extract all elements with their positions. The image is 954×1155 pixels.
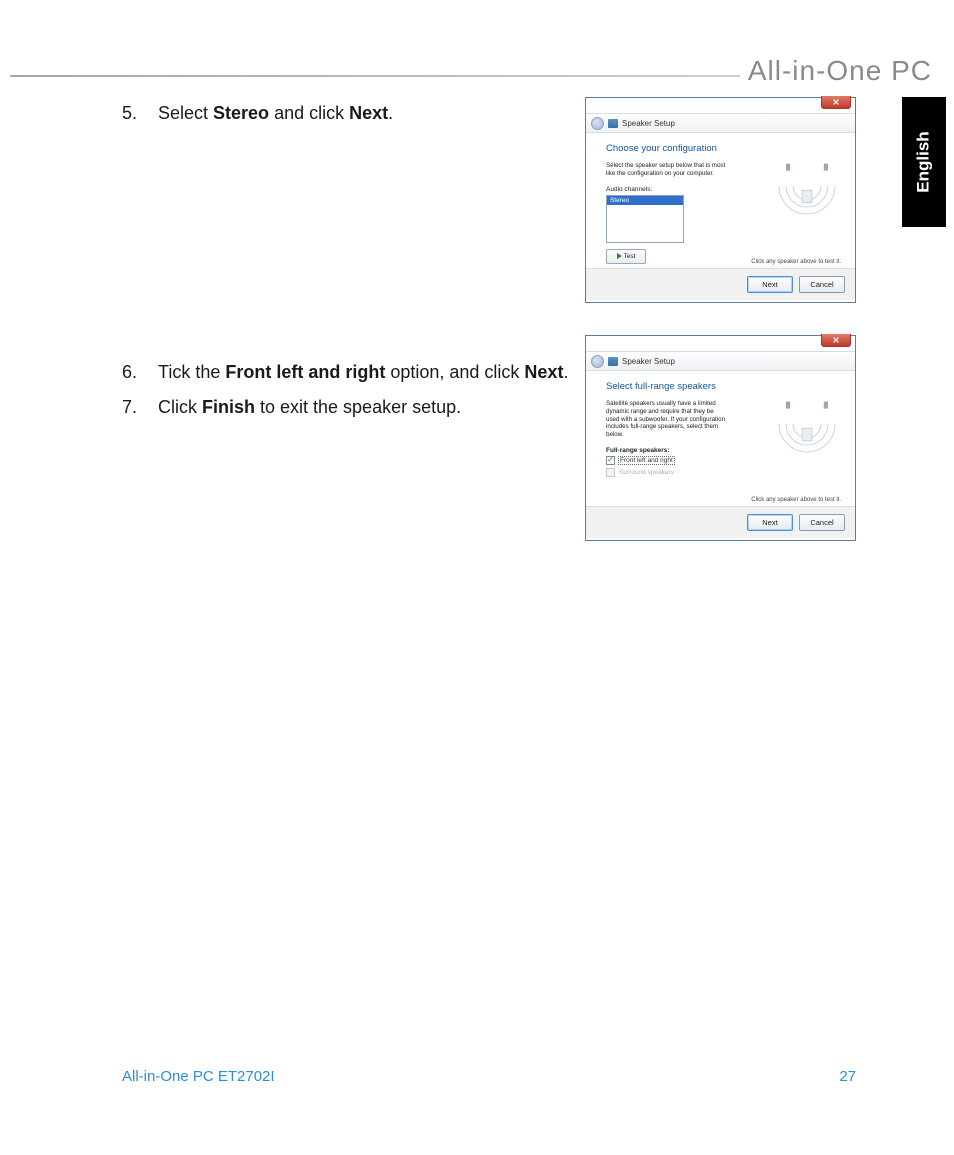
checkbox-icon xyxy=(606,468,615,477)
page-header: All-in-One PC xyxy=(0,55,954,89)
speaker-setup-dialog-2: Speaker Setup Select full-range speakers… xyxy=(585,335,856,541)
back-icon[interactable] xyxy=(591,117,604,130)
close-icon xyxy=(832,336,840,344)
dialog-description: Satellite speakers usually have a limite… xyxy=(606,400,726,439)
test-hint: Click any speaker above to test it. xyxy=(751,497,841,503)
language-label: English xyxy=(914,131,934,192)
step-number: 7. xyxy=(122,394,158,421)
dialog-header: Speaker Setup xyxy=(586,351,855,371)
audio-channels-listbox[interactable]: Stereo xyxy=(606,195,684,243)
play-icon xyxy=(617,253,622,259)
titlebar xyxy=(586,98,855,113)
list-item-stereo[interactable]: Stereo xyxy=(607,196,683,205)
close-button[interactable] xyxy=(821,96,851,109)
next-button[interactable]: Next xyxy=(747,514,793,531)
close-icon xyxy=(832,98,840,106)
back-icon[interactable] xyxy=(591,355,604,368)
footer-page-number: 27 xyxy=(839,1068,856,1085)
footer-model: All-in-One PC ET2702I xyxy=(122,1068,275,1085)
speaker-icon xyxy=(608,357,618,366)
dialog-footer: Next Cancel xyxy=(586,506,855,538)
page-footer: All-in-One PC ET2702I 27 xyxy=(122,1068,856,1085)
window-title: Speaker Setup xyxy=(622,357,675,366)
step-number: 5. xyxy=(122,100,158,127)
checkbox-surround: Surround speakers xyxy=(606,468,841,477)
dialog-body: Choose your configuration Select the spe… xyxy=(586,133,855,268)
language-tab: English xyxy=(902,97,946,227)
checkbox-label: Surround speakers xyxy=(619,469,674,476)
dialog-description: Select the speaker setup below that is m… xyxy=(606,162,726,178)
speaker-setup-dialog-1: Speaker Setup Choose your configuration … xyxy=(585,97,856,303)
brand-title: All-in-One PC xyxy=(740,55,932,87)
window-title: Speaker Setup xyxy=(622,119,675,128)
checkbox-icon[interactable] xyxy=(606,456,615,465)
speaker-diagram[interactable] xyxy=(771,151,843,221)
cancel-button[interactable]: Cancel xyxy=(799,514,845,531)
close-button[interactable] xyxy=(821,334,851,347)
test-hint: Click any speaker above to test it. xyxy=(751,259,841,265)
next-button[interactable]: Next xyxy=(747,276,793,293)
checkbox-label: Front left and right xyxy=(619,457,674,464)
titlebar xyxy=(586,336,855,351)
header-rule xyxy=(10,75,774,77)
dialog-header: Speaker Setup xyxy=(586,113,855,133)
dialog-body: Select full-range speakers Satellite spe… xyxy=(586,371,855,506)
speaker-icon xyxy=(608,119,618,128)
test-button[interactable]: Test xyxy=(606,249,646,264)
speaker-diagram[interactable] xyxy=(771,389,843,459)
step-number: 6. xyxy=(122,359,158,386)
cancel-button[interactable]: Cancel xyxy=(799,276,845,293)
dialog-footer: Next Cancel xyxy=(586,268,855,300)
